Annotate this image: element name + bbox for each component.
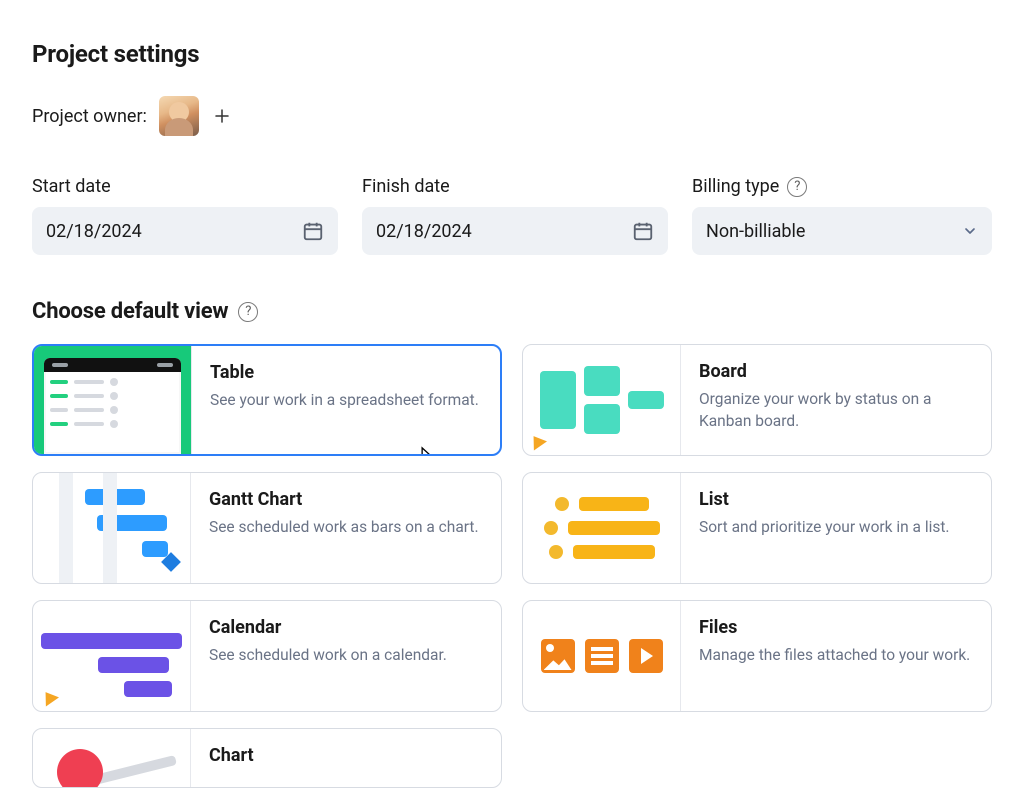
start-date-input[interactable]: 02/18/2024 <box>32 207 338 255</box>
view-card-title: List <box>699 489 973 510</box>
view-card-title: Board <box>699 361 973 382</box>
finish-date-label: Finish date <box>362 176 450 197</box>
finish-date-field: Finish date 02/18/2024 <box>362 176 668 255</box>
project-owner-label: Project owner: <box>32 106 147 127</box>
view-card-title: Chart <box>209 745 483 766</box>
help-icon[interactable]: ? <box>787 177 807 197</box>
billing-type-select[interactable]: Non-billiable <box>692 207 992 255</box>
view-card-gantt[interactable]: Gantt Chart See scheduled work as bars o… <box>32 472 502 584</box>
start-date-field: Start date 02/18/2024 <box>32 176 338 255</box>
add-owner-button[interactable] <box>211 105 233 127</box>
finish-date-input[interactable]: 02/18/2024 <box>362 207 668 255</box>
view-card-title: Calendar <box>209 617 483 638</box>
start-date-label: Start date <box>32 176 111 197</box>
files-thumb <box>523 601 681 711</box>
billing-type-value: Non-billiable <box>706 221 805 242</box>
plus-icon <box>213 107 231 125</box>
document-file-icon <box>585 639 619 673</box>
view-card-chart[interactable]: Chart <box>32 728 502 788</box>
view-card-calendar[interactable]: Calendar See scheduled work on a calenda… <box>32 600 502 712</box>
view-card-title: Table <box>210 362 482 383</box>
default-view-title: Choose default view <box>32 299 228 324</box>
finish-date-value: 02/18/2024 <box>376 221 472 242</box>
page-title: Project settings <box>32 40 992 68</box>
billing-type-label: Billing type <box>692 176 779 197</box>
view-card-files[interactable]: Files Manage the files attached to your … <box>522 600 992 712</box>
help-icon[interactable]: ? <box>238 302 258 322</box>
view-card-desc: See scheduled work as bars on a chart. <box>209 516 483 538</box>
chart-thumb <box>33 729 191 787</box>
default-view-header: Choose default view ? <box>32 299 992 324</box>
fields-row: Start date 02/18/2024 Finish date 02/18/… <box>32 176 992 255</box>
view-card-title: Gantt Chart <box>209 489 483 510</box>
calendar-icon <box>302 220 324 242</box>
board-thumb <box>523 345 681 455</box>
calendar-icon <box>632 220 654 242</box>
calendar-thumb <box>33 601 191 711</box>
project-owner-row: Project owner: <box>32 96 992 136</box>
start-date-value: 02/18/2024 <box>46 221 142 242</box>
view-card-list[interactable]: List Sort and prioritize your work in a … <box>522 472 992 584</box>
view-cards-grid: Table See your work in a spreadsheet for… <box>32 344 992 788</box>
view-card-table[interactable]: Table See your work in a spreadsheet for… <box>32 344 502 456</box>
view-card-desc: Sort and prioritize your work in a list. <box>699 516 973 538</box>
view-card-board[interactable]: Board Organize your work by status on a … <box>522 344 992 456</box>
project-owner-avatar[interactable] <box>159 96 199 136</box>
view-card-desc: Organize your work by status on a Kanban… <box>699 388 973 433</box>
view-card-title: Files <box>699 617 973 638</box>
view-card-desc: See scheduled work on a calendar. <box>209 644 483 666</box>
view-card-desc: See your work in a spreadsheet format. <box>210 389 482 411</box>
chevron-down-icon <box>962 223 978 239</box>
image-file-icon <box>541 639 575 673</box>
table-thumb <box>34 346 192 454</box>
billing-type-field: Billing type ? Non-billiable <box>692 176 992 255</box>
list-thumb <box>523 473 681 583</box>
gantt-thumb <box>33 473 191 583</box>
view-card-desc: Manage the files attached to your work. <box>699 644 973 666</box>
video-file-icon <box>629 639 663 673</box>
